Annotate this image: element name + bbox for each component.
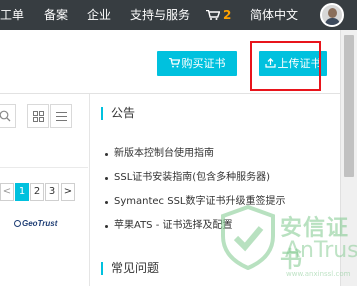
nav-cart[interactable]: 2: [206, 0, 231, 30]
announcements-title: 公告: [101, 107, 135, 120]
faq-title: 常见问题: [101, 262, 159, 275]
search-input[interactable]: [0, 104, 16, 128]
top-navigation-bar: 工单 备案 企业 支持与服务 2 简体中文: [0, 0, 357, 30]
announcement-item[interactable]: SSL证书安装指南(包含多种服务器): [104, 172, 286, 196]
pagination-prev[interactable]: <: [0, 183, 14, 201]
toolbar-divider: [0, 93, 340, 94]
geotrust-logo-text: GeoTrust: [22, 219, 58, 228]
cart-icon: [206, 10, 220, 20]
geotrust-logo: GeoTrust: [14, 219, 57, 228]
pagination-page-3[interactable]: 3: [45, 183, 59, 201]
announcement-item[interactable]: Symantec SSL数字证书升级重签提示: [104, 196, 286, 220]
announcement-item[interactable]: 新版本控制台使用指南: [104, 148, 286, 172]
left-panel-divider: [0, 167, 88, 168]
pagination-page-2[interactable]: 2: [30, 183, 44, 201]
vertical-scrollbar[interactable]: [340, 30, 357, 286]
list-view-icon: [56, 111, 67, 122]
announcements-list: 新版本控制台使用指南 SSL证书安装指南(包含多种服务器) Symantec S…: [104, 148, 286, 244]
nav-filing[interactable]: 备案: [44, 0, 68, 30]
cart-count-badge: 2: [223, 8, 232, 22]
cart-icon: [168, 57, 180, 68]
list-view-toggle[interactable]: [50, 104, 72, 128]
search-icon: [0, 110, 11, 122]
panel-divider: [89, 94, 90, 286]
buy-certificate-label: 购买证书: [181, 57, 226, 70]
avatar-body: [325, 18, 340, 25]
grid-view-icon: [33, 111, 44, 122]
language-selector[interactable]: 简体中文: [250, 0, 298, 30]
geotrust-mark-icon: [14, 220, 21, 227]
grid-view-toggle[interactable]: [27, 104, 49, 128]
announcement-item[interactable]: 苹果ATS - 证书选择及配置: [104, 220, 286, 244]
nav-enterprise[interactable]: 企业: [87, 0, 111, 30]
nav-support-services[interactable]: 支持与服务: [130, 0, 190, 30]
pagination-page-1[interactable]: 1: [15, 183, 29, 201]
scrollbar-thumb[interactable]: [344, 35, 354, 177]
avatar-head: [328, 8, 337, 18]
user-avatar[interactable]: [320, 3, 344, 27]
nav-ticket[interactable]: 工单: [0, 0, 24, 30]
upload-highlight-box: [250, 41, 321, 91]
buy-certificate-button[interactable]: 购买证书: [157, 51, 237, 76]
pagination-next[interactable]: >: [61, 183, 75, 201]
